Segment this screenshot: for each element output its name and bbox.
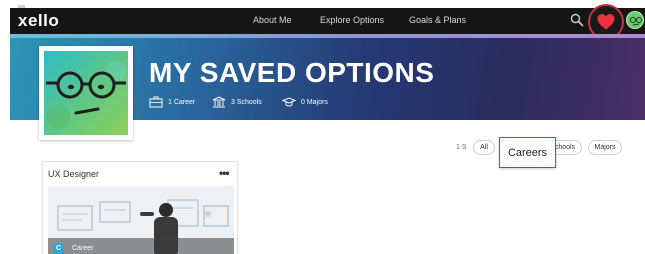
stat-majors-label: 0 Majors [301,98,328,106]
graduation-cap-icon [282,97,296,107]
logo-cap-icon [18,5,25,8]
card-type-label: Career [72,245,94,252]
nav-about-me[interactable]: About Me [253,15,292,25]
result-count: 1 S [456,144,467,151]
filter-careers[interactable]: Careers [499,137,556,168]
profile-avatar-image [44,51,128,135]
nav-explore-options[interactable]: Explore Options [320,15,384,25]
briefcase-icon [149,96,163,108]
top-nav: xello About Me Explore Options Goals & P… [10,4,645,40]
banner-stripe [10,34,645,38]
nav-goals-plans[interactable]: Goals & Plans [409,15,466,25]
heart-icon [597,14,615,30]
page-title: MY SAVED OPTIONS [149,57,435,88]
saved-career-card[interactable]: UX Designer ••• C Career [42,161,238,254]
school-icon [212,96,226,108]
profile-avatar [39,46,133,140]
nerd-face-icon [46,61,126,129]
page: xello About Me Explore Options Goals & P… [10,0,645,254]
avatar-face-icon [629,16,643,26]
stat-careers: 1 Career [149,95,195,109]
filter-majors[interactable]: Majors [588,140,622,155]
xello-logo[interactable]: xello [18,11,59,31]
career-type-icon: C [53,243,64,254]
filter-all[interactable]: All [473,140,495,155]
search-icon[interactable] [570,13,584,27]
stat-schools-label: 3 Schools [231,98,262,106]
card-title[interactable]: UX Designer [48,169,99,179]
stat-schools: 3 Schools [212,95,262,109]
stat-majors: 0 Majors [282,95,328,109]
card-more-menu-icon[interactable]: ••• [219,166,230,180]
stat-careers-label: 1 Career [168,98,196,106]
card-footer: C Career [48,238,234,254]
user-avatar[interactable] [626,11,644,29]
